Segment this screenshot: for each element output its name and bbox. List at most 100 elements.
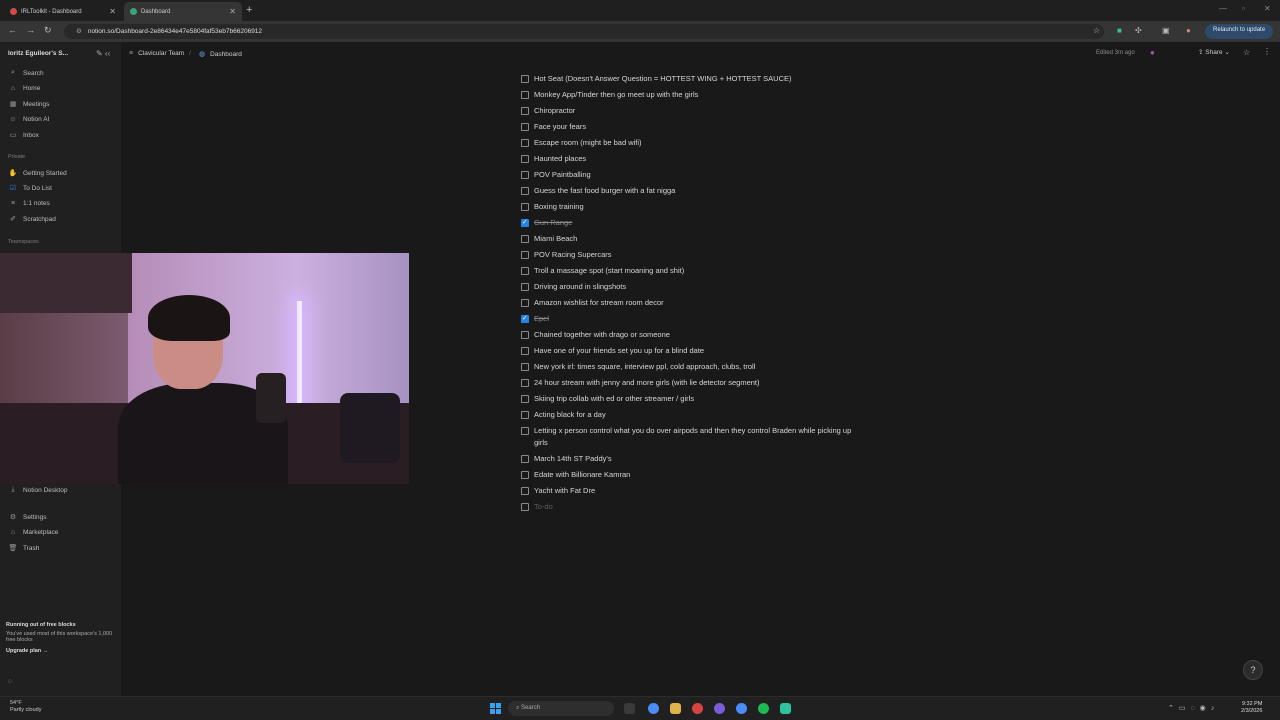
start-button[interactable]	[490, 703, 501, 714]
upgrade-plan-button[interactable]: Upgrade plan →	[6, 648, 116, 654]
browser-icon[interactable]	[736, 703, 747, 714]
more-options-icon[interactable]: ⋮	[1263, 47, 1271, 56]
profile-avatar-icon[interactable]: ●	[1186, 26, 1191, 35]
todo-checkbox[interactable]	[521, 313, 529, 325]
browser-tab-dashboard[interactable]: Dashboard ✕	[124, 2, 242, 21]
todo-checkbox[interactable]	[521, 171, 529, 179]
new-tab-icon[interactable]: +	[246, 4, 252, 16]
todo-checkbox[interactable]	[521, 283, 529, 291]
todo-label[interactable]: 24 hour stream with jenny and more girls…	[534, 377, 760, 389]
minimize-icon[interactable]: —	[1219, 4, 1227, 13]
todo-label[interactable]: Driving around in slingshots	[534, 281, 626, 293]
new-page-icon[interactable]: ✎ ‹‹	[96, 49, 110, 58]
todo-checkbox[interactable]	[521, 91, 529, 99]
spotify-icon[interactable]	[758, 703, 769, 714]
todo-checkbox[interactable]	[521, 139, 529, 147]
site-info-icon[interactable]: ⚙	[76, 28, 82, 35]
todo-checkbox[interactable]	[521, 203, 529, 211]
sidebar-item-inbox[interactable]: ▭ Inbox	[8, 131, 39, 140]
todo-checkbox[interactable]	[521, 411, 529, 419]
todo-checkbox[interactable]	[521, 395, 529, 403]
breadcrumb-dashboard[interactable]: ◍ Dashboard	[199, 50, 242, 59]
sidebar-item-search[interactable]: ⌕ Search	[8, 69, 44, 77]
todo-checkbox[interactable]	[521, 455, 529, 463]
todo-checkbox[interactable]	[521, 251, 529, 259]
todo-label[interactable]: POV Racing Supercars	[534, 249, 612, 261]
close-window-icon[interactable]: ✕	[1264, 4, 1271, 13]
app-icon[interactable]	[692, 703, 703, 714]
taskbar-search[interactable]: ⌕ Search	[508, 701, 614, 716]
todo-label[interactable]: Monkey App/Tinder then go meet up with t…	[534, 89, 698, 101]
todo-checkbox[interactable]	[521, 267, 529, 275]
sidebar-item-notion-desktop[interactable]: ⤓ Notion Desktop	[8, 486, 67, 494]
todo-checkbox[interactable]	[521, 107, 529, 115]
todo-label[interactable]: Letting x person control what you do ove…	[534, 425, 865, 449]
todo-label[interactable]: Skiing trip collab with ed or other stre…	[534, 393, 694, 405]
sidepanel-icon[interactable]: ▣	[1162, 26, 1170, 35]
todo-checkbox[interactable]	[521, 75, 529, 83]
collaborator-avatar[interactable]: ●	[1150, 48, 1155, 57]
breadcrumb-clavicular-team[interactable]: ≡ Clavicular Team	[129, 50, 184, 57]
todo-checkbox[interactable]	[521, 363, 529, 371]
todo-checkbox[interactable]	[521, 299, 529, 307]
sidebar-item-meetings[interactable]: ▦ Meetings	[8, 100, 50, 109]
reload-icon[interactable]: ↻	[44, 25, 52, 36]
favorite-star-icon[interactable]: ☆	[1243, 48, 1250, 57]
close-tab-icon[interactable]: ✕	[229, 7, 236, 16]
app-icon[interactable]	[780, 703, 791, 714]
todo-label[interactable]: March 14th ST Paddy's	[534, 453, 612, 465]
extensions-puzzle-icon[interactable]: ✣	[1135, 26, 1142, 35]
sidebar-item-scratchpad[interactable]: ✐ Scratchpad	[8, 215, 56, 224]
discord-icon[interactable]	[714, 703, 725, 714]
forward-icon[interactable]: →	[26, 25, 35, 35]
relaunch-button[interactable]: Relaunch to update	[1205, 24, 1274, 39]
help-circle-icon[interactable]: ◌	[8, 678, 12, 685]
sidebar-item-to-do-list[interactable]: ☑ To Do List	[8, 184, 52, 193]
todo-label[interactable]: Acting black for a day	[534, 409, 606, 421]
todo-label[interactable]: Guess the fast food burger with a fat ni…	[534, 185, 675, 197]
system-tray-icons[interactable]: ⌃▭◌◉♪	[1168, 704, 1219, 712]
clock[interactable]: 9:32 PM 2/3/2026	[1241, 701, 1262, 715]
todo-label[interactable]: Hot Seat (Doesn't Answer Question = HOTT…	[534, 73, 791, 85]
todo-label[interactable]: Escape room (might be bad wifi)	[534, 137, 642, 149]
todo-label[interactable]: Chiropractor	[534, 105, 575, 117]
sidebar-item-trash[interactable]: 🗑 Trash	[8, 544, 40, 553]
back-icon[interactable]: ←	[8, 25, 17, 35]
todo-checkbox[interactable]	[521, 331, 529, 339]
bookmark-star-icon[interactable]: ☆	[1093, 26, 1100, 35]
todo-label[interactable]: Edate with Billionare Kamran	[534, 469, 630, 481]
todo-checkbox[interactable]	[521, 427, 529, 435]
todo-label[interactable]: Yacht with Fat Dre	[534, 485, 595, 497]
todo-checkbox[interactable]	[521, 487, 529, 495]
sidebar-item-notes[interactable]: ≡ 1:1 notes	[8, 200, 50, 207]
chrome-icon[interactable]	[648, 703, 659, 714]
todo-checkbox[interactable]	[521, 217, 529, 229]
sidebar-item-getting-started[interactable]: ✋ Getting Started	[8, 169, 67, 178]
sidebar-item-marketplace[interactable]: ⌂ Marketplace	[8, 529, 59, 536]
url-field[interactable]: ⚙ notion.so/Dashboard-2e86434e47e5804faf5…	[64, 24, 1104, 39]
workspace-name[interactable]: Ioritz Eguileor's S...	[8, 50, 68, 57]
share-button[interactable]: ⇪ Share ⌄	[1198, 48, 1230, 56]
todo-label[interactable]: New york irl: times square, interview pp…	[534, 361, 755, 373]
todo-checkbox[interactable]	[521, 235, 529, 243]
todo-placeholder[interactable]: To-do	[520, 501, 865, 513]
todo-checkbox[interactable]	[521, 503, 529, 511]
todo-label[interactable]: Face your fears	[534, 121, 586, 133]
todo-checkbox[interactable]	[521, 471, 529, 479]
todo-checkbox[interactable]	[521, 379, 529, 387]
maximize-icon[interactable]: ▫	[1242, 4, 1245, 13]
todo-label[interactable]: Troll a massage spot (start moaning and …	[534, 265, 684, 277]
extension-icon[interactable]: ■	[1117, 26, 1122, 35]
help-button[interactable]: ?	[1243, 660, 1263, 680]
todo-label[interactable]: Chained together with drago or someone	[534, 329, 670, 341]
sidebar-item-notion-ai[interactable]: ☺ Notion AI	[8, 116, 49, 123]
todo-checkbox[interactable]	[521, 187, 529, 195]
todo-label[interactable]: Boxing training	[534, 201, 584, 213]
todo-label[interactable]: Haunted places	[534, 153, 586, 165]
close-tab-icon[interactable]: ✕	[109, 7, 116, 16]
sidebar-item-settings[interactable]: ⚙ Settings	[8, 513, 47, 522]
todo-label[interactable]: Epel	[534, 313, 549, 325]
file-explorer-icon[interactable]	[670, 703, 681, 714]
todo-label[interactable]: Have one of your friends set you up for …	[534, 345, 704, 357]
weather-widget[interactable]: 54°F Partly cloudy	[10, 700, 42, 714]
